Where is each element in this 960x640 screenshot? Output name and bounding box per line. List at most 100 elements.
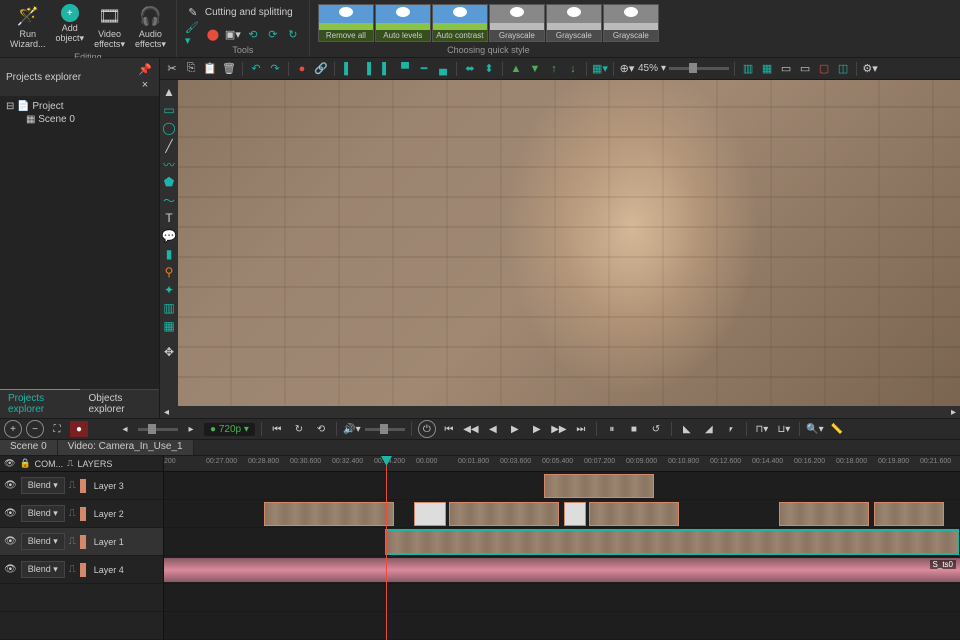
waveform-icon[interactable]: ⎍ bbox=[69, 536, 76, 547]
run-wizard-button[interactable]: 🪄 Run Wizard... bbox=[6, 2, 50, 51]
ruler-icon[interactable]: 📏 bbox=[828, 421, 846, 437]
color-swatch[interactable] bbox=[80, 507, 86, 521]
zoom-timeline-icon[interactable]: 🔍▾ bbox=[806, 421, 824, 437]
grid-icon[interactable]: ▦ bbox=[759, 61, 775, 77]
tree-scene[interactable]: ▦ Scene 0 bbox=[6, 113, 153, 126]
bring-forward-icon[interactable]: ▲ bbox=[508, 61, 524, 77]
tab-objects-explorer[interactable]: Objects explorer bbox=[80, 389, 159, 418]
nav-left-icon[interactable]: ◂ bbox=[116, 421, 134, 437]
eye-icon[interactable]: 👁 bbox=[4, 536, 17, 547]
plus-button[interactable]: + bbox=[4, 420, 22, 438]
copy-icon[interactable]: ⎘ bbox=[183, 61, 199, 77]
blend-mode-dropdown[interactable]: Blend ▾ bbox=[21, 505, 65, 522]
timeline-tab-video[interactable]: Video: Camera_In_Use_1 bbox=[58, 440, 194, 455]
add-object-button[interactable]: + Add object▾ bbox=[52, 2, 89, 51]
view1-icon[interactable]: ▭ bbox=[778, 61, 794, 77]
person-tool-icon[interactable]: ⚲ bbox=[162, 264, 176, 280]
shuffle-icon[interactable]: ⟲ bbox=[312, 421, 330, 437]
preview-canvas[interactable] bbox=[178, 80, 960, 406]
track-header[interactable]: 👁 Blend ▾ ⎍ Layer 2 bbox=[0, 500, 163, 528]
play-icon[interactable]: ▶ bbox=[506, 421, 524, 437]
clip[interactable] bbox=[544, 474, 654, 498]
stop-square-icon[interactable]: ■ bbox=[625, 421, 643, 437]
bounds-icon[interactable]: ▢ bbox=[816, 61, 832, 77]
line-tool-icon[interactable]: ╱ bbox=[162, 138, 176, 154]
align-bottom-icon[interactable]: ▄ bbox=[435, 61, 451, 77]
spray-tool-icon[interactable]: ✦ bbox=[162, 282, 176, 298]
mark-in-icon[interactable]: ◣ bbox=[678, 421, 696, 437]
quick-style-thumb[interactable]: Auto levels bbox=[375, 4, 431, 42]
track-body[interactable] bbox=[164, 528, 960, 556]
step-fwd-icon[interactable]: ▶ bbox=[528, 421, 546, 437]
color-swatch[interactable] bbox=[80, 563, 86, 577]
align-left-icon[interactable]: ▌ bbox=[340, 61, 356, 77]
target-icon[interactable]: ⊕▾ bbox=[619, 61, 635, 77]
eye-icon[interactable]: 👁 bbox=[4, 508, 17, 519]
align-center-h-icon[interactable]: ▐ bbox=[359, 61, 375, 77]
record-icon[interactable]: ● bbox=[294, 61, 310, 77]
go-end-icon[interactable]: ⏭ bbox=[572, 421, 590, 437]
clip[interactable] bbox=[414, 502, 446, 526]
eye-icon[interactable]: 👁 bbox=[4, 480, 17, 491]
track-body[interactable] bbox=[164, 472, 960, 500]
quick-style-thumb[interactable]: Grayscale bbox=[489, 4, 545, 42]
nav-right-icon[interactable]: ▸ bbox=[182, 421, 200, 437]
blend-mode-dropdown[interactable]: Blend ▾ bbox=[21, 561, 65, 578]
pointer-icon[interactable]: ▲ bbox=[162, 84, 176, 100]
chart-tool-icon[interactable]: ▮ bbox=[162, 246, 176, 262]
waveform-icon[interactable]: ⎍ bbox=[69, 508, 76, 519]
track-body[interactable]: S_ts0 bbox=[164, 556, 960, 584]
audio-effects-button[interactable]: 🎧 Audio effects▾ bbox=[131, 2, 170, 51]
rect-tool-icon[interactable]: ▭ bbox=[162, 102, 176, 118]
quick-style-thumb[interactable]: Grayscale bbox=[546, 4, 602, 42]
pencil-icon[interactable]: ✎ bbox=[185, 4, 201, 20]
snap-icon[interactable]: ▥ bbox=[740, 61, 756, 77]
clip[interactable] bbox=[779, 502, 869, 526]
view2-icon[interactable]: ▭ bbox=[797, 61, 813, 77]
arrow-down-icon[interactable]: ↓ bbox=[565, 61, 581, 77]
quick-style-thumb[interactable]: Auto contrast bbox=[432, 4, 488, 42]
pin-icon[interactable]: 📌 bbox=[137, 61, 153, 77]
rewind-icon[interactable]: ◀◀ bbox=[462, 421, 480, 437]
group-icon[interactable]: ▦▾ bbox=[592, 61, 608, 77]
volume-slider[interactable] bbox=[365, 428, 405, 431]
zoom-slider[interactable] bbox=[669, 67, 729, 70]
tab-projects-explorer[interactable]: Projects explorer bbox=[0, 389, 80, 418]
track-header[interactable]: 👁 Blend ▾ ⎍ Layer 4 bbox=[0, 556, 163, 584]
distribute-h-icon[interactable]: ⬌ bbox=[462, 61, 478, 77]
paste-icon[interactable]: 📋 bbox=[202, 61, 218, 77]
quick-style-thumb[interactable]: Remove all bbox=[318, 4, 374, 42]
distribute-v-icon[interactable]: ⬍ bbox=[481, 61, 497, 77]
clip[interactable] bbox=[264, 502, 394, 526]
record-button[interactable]: ● bbox=[70, 421, 88, 437]
brush-icon[interactable]: 🖌▾ bbox=[185, 26, 201, 42]
volume-icon[interactable]: 🔊▾ bbox=[343, 421, 361, 437]
timeline-body[interactable]: 20000:27.00000:28.80000:30.60000:32.4000… bbox=[164, 456, 960, 640]
fit-icon[interactable]: ⛶ bbox=[48, 421, 66, 437]
send-backward-icon[interactable]: ▼ bbox=[527, 61, 543, 77]
preview-scrollbar[interactable]: ◂▸ bbox=[160, 406, 960, 418]
pause-icon[interactable]: ⏸ bbox=[603, 421, 621, 437]
go-start-icon[interactable]: ⏮ bbox=[440, 421, 458, 437]
power-icon[interactable]: ⏻ bbox=[418, 420, 436, 438]
freehand-tool-icon[interactable]: 〜 bbox=[162, 192, 176, 208]
mark-out-icon[interactable]: ◢ bbox=[700, 421, 718, 437]
polyline-tool-icon[interactable]: 〰 bbox=[162, 156, 176, 172]
track-header[interactable]: 👁 Blend ▾ ⎍ Layer 1 bbox=[0, 528, 163, 556]
shape-tool-icon[interactable]: ⬟ bbox=[162, 174, 176, 190]
clip[interactable] bbox=[564, 502, 586, 526]
rotate-90-icon[interactable]: ⟲ bbox=[245, 26, 261, 42]
fast-fwd-icon[interactable]: ▶▶ bbox=[550, 421, 568, 437]
loop-region-icon[interactable]: ↺ bbox=[647, 421, 665, 437]
timeline-tab-scene[interactable]: Scene 0 bbox=[0, 440, 58, 455]
arrow-up-icon[interactable]: ↑ bbox=[546, 61, 562, 77]
close-icon[interactable]: × bbox=[137, 77, 153, 93]
clip[interactable] bbox=[874, 502, 944, 526]
color-swatch[interactable] bbox=[80, 479, 86, 493]
split-icon[interactable]: ⎖ bbox=[722, 421, 740, 437]
waveform-icon[interactable]: ⎍ bbox=[69, 564, 76, 575]
track-header[interactable]: 👁 Blend ▾ ⎍ Layer 3 bbox=[0, 472, 163, 500]
gear-icon[interactable]: ⚙▾ bbox=[862, 61, 878, 77]
magnet-icon[interactable]: ⊔▾ bbox=[775, 421, 793, 437]
resolution-badge[interactable]: ● 720p ▾ bbox=[204, 423, 255, 436]
